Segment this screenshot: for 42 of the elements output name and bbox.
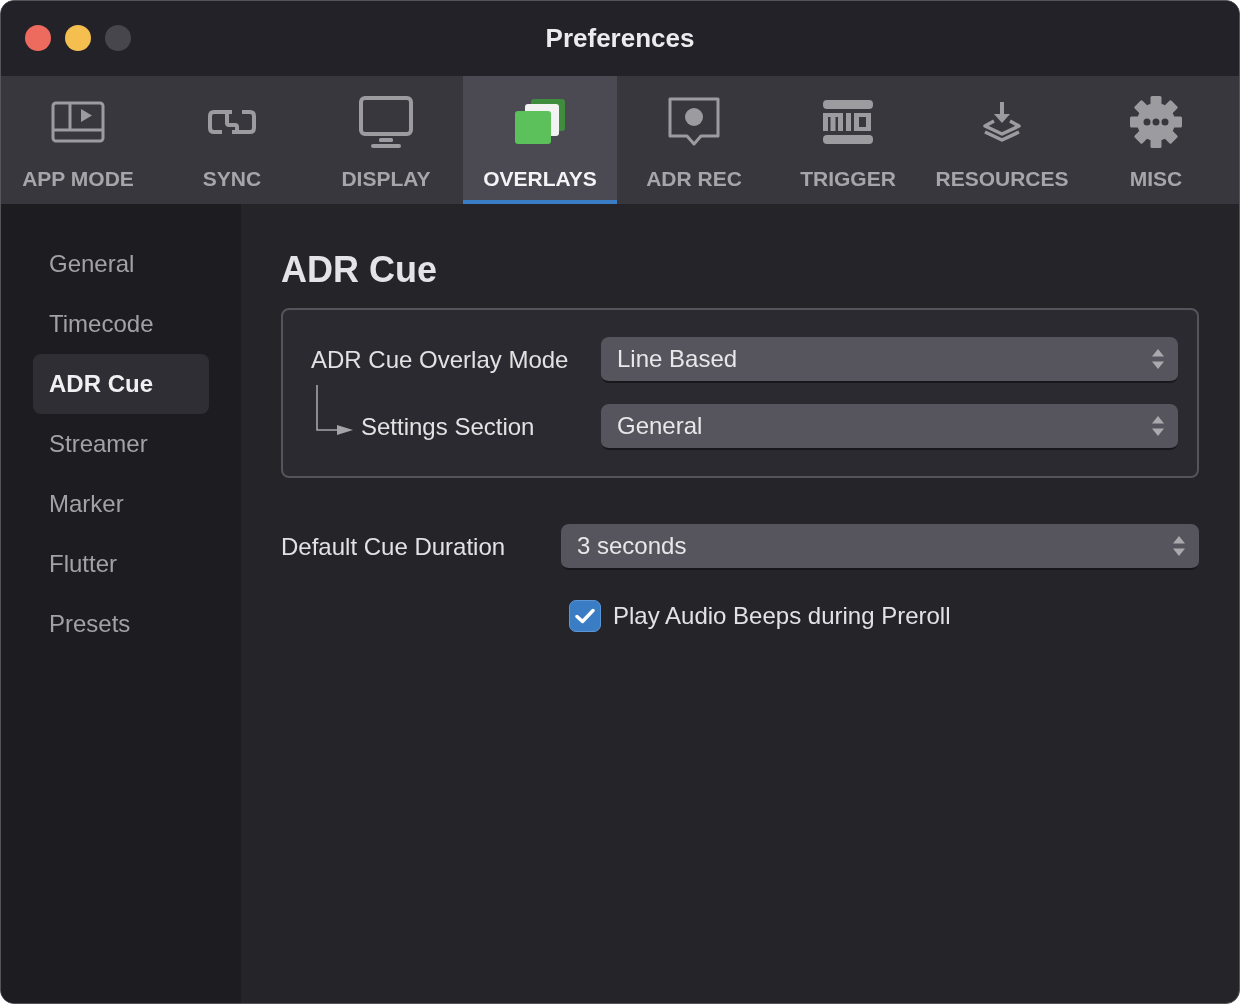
window-title: Preferences (545, 22, 695, 55)
setting-label: ADR Cue Overlay Mode (311, 346, 569, 373)
dropdown-value: 3 seconds (577, 531, 687, 561)
sidebar-item[interactable]: Presets (33, 594, 209, 654)
toolbar-tab[interactable]: MISC (1079, 76, 1233, 204)
minimize-icon[interactable] (65, 25, 91, 51)
dropdown[interactable]: 3 seconds (561, 524, 1199, 570)
updown-triangles-icon (1173, 534, 1185, 558)
sidebar-item[interactable]: General (33, 234, 209, 294)
setting-label: Settings Section (361, 412, 535, 442)
close-icon[interactable] (25, 25, 51, 51)
setting-label: Default Cue Duration (281, 533, 506, 560)
speech-bubble-icon (667, 96, 721, 148)
sidebar-item[interactable]: Flutter (33, 534, 209, 594)
checkbox[interactable] (569, 600, 601, 632)
dropdown-value: General (617, 411, 703, 441)
sidebar-item[interactable]: Timecode (33, 294, 209, 354)
dropdown-value: Line Based (617, 344, 738, 374)
link-icon (205, 107, 259, 137)
striped-block-icon (821, 99, 875, 145)
toolbar-tab[interactable]: ADR REC (617, 76, 771, 204)
dropdown[interactable]: General (601, 404, 1178, 450)
updown-triangles-icon (1152, 347, 1164, 371)
sidebar-item[interactable]: Streamer (33, 414, 209, 474)
monitor-icon (359, 96, 413, 148)
branch-arrow (315, 385, 353, 437)
toolbar-tab[interactable]: RESOURCES (925, 76, 1079, 204)
section-title: ADR Cue (281, 248, 438, 292)
toolbar-tab[interactable]: OVERLAYS (463, 76, 617, 204)
gear-icon (1129, 95, 1183, 149)
updown-triangles-icon (1152, 414, 1164, 438)
sidebar-item[interactable]: Marker (33, 474, 209, 534)
dropdown[interactable]: Line Based (601, 337, 1178, 383)
toolbar-tab[interactable]: SYNC (155, 76, 309, 204)
toolbar-tab[interactable]: TRIGGER (771, 76, 925, 204)
stacked-layers-icon (513, 99, 567, 145)
toolbar-tab[interactable]: DISPLAY (309, 76, 463, 204)
check-icon (575, 608, 595, 624)
checkbox-label: Play Audio Beeps during Preroll (613, 601, 951, 631)
video-layout-icon (51, 101, 105, 143)
sidebar-item[interactable]: ADR Cue (33, 354, 209, 414)
toolbar-tab[interactable]: APP MODE (1, 76, 155, 204)
